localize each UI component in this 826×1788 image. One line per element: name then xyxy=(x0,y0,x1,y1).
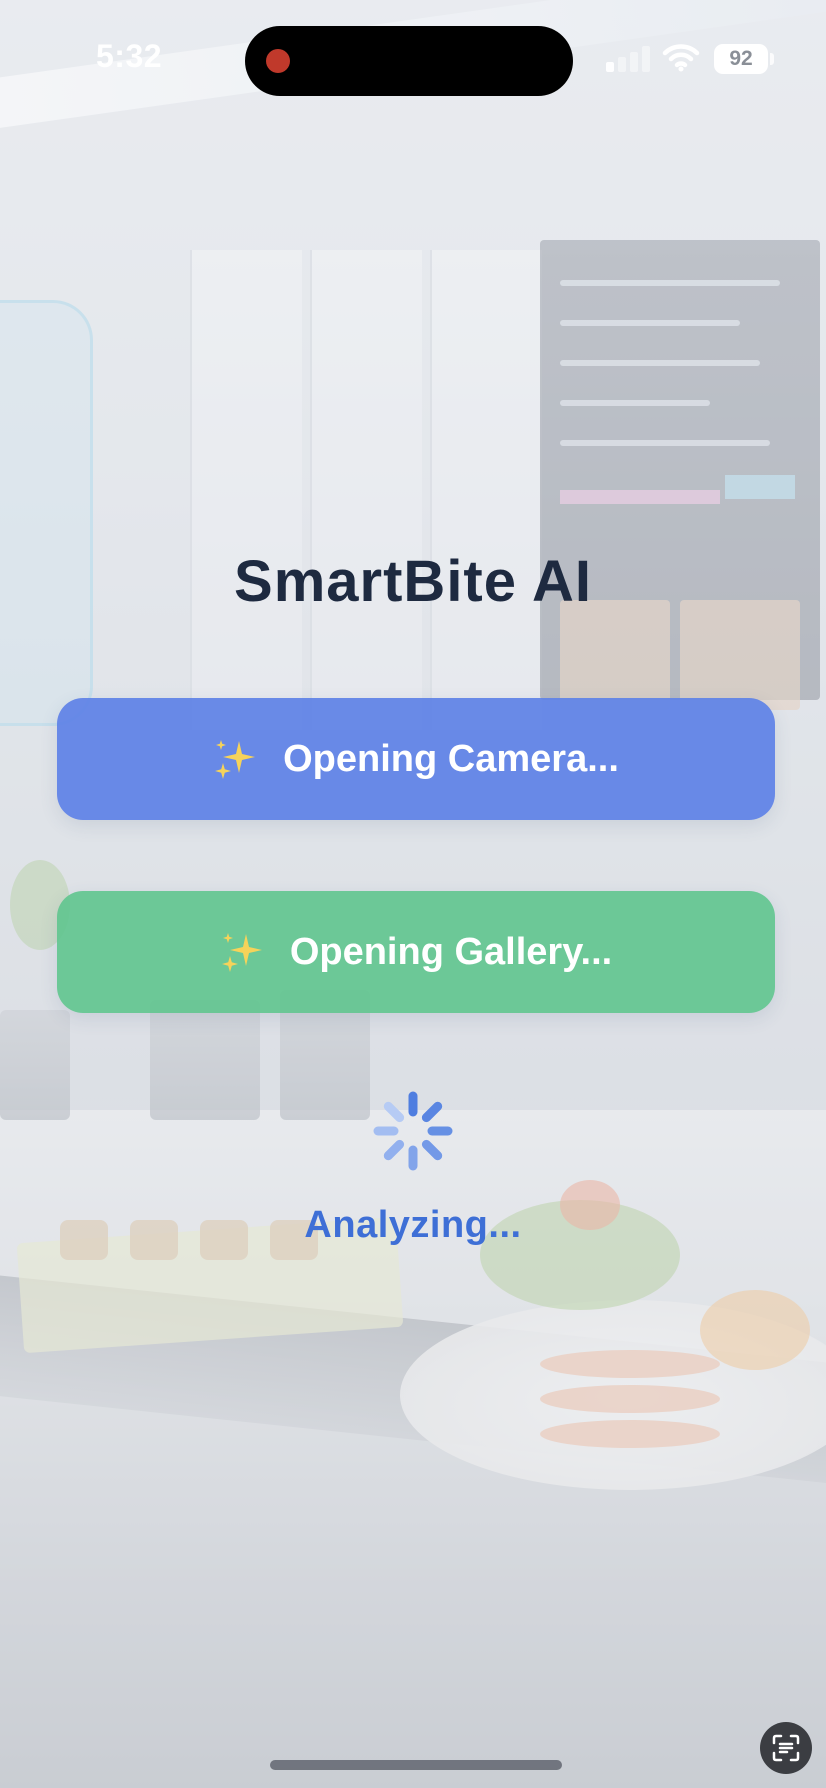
recording-indicator xyxy=(266,49,290,73)
sparkle-icon xyxy=(215,740,256,779)
battery-cap xyxy=(770,53,774,65)
camera-button-label: Opening Camera... xyxy=(283,737,619,780)
app-title: SmartBite AI xyxy=(234,549,592,614)
open-gallery-button[interactable]: Opening Gallery... xyxy=(57,891,775,1013)
status-bar: 5:32 92 xyxy=(0,0,826,120)
gallery-button-label: Opening Gallery... xyxy=(289,930,613,973)
wifi-icon xyxy=(662,44,700,72)
spinner-icon xyxy=(373,1091,453,1171)
text-scan-icon xyxy=(772,1734,800,1762)
home-indicator[interactable] xyxy=(270,1760,562,1770)
analyzing-status: Analyzing... xyxy=(304,1204,522,1246)
status-time: 5:32 xyxy=(96,38,163,74)
sparkle-icon xyxy=(221,933,262,972)
dynamic-island xyxy=(245,26,573,96)
signal-icon xyxy=(606,46,650,72)
text-scan-button[interactable] xyxy=(760,1722,812,1774)
app-screen: 5:32 92 SmartBite AI Opening Camera... O… xyxy=(0,0,826,1788)
open-camera-button[interactable]: Opening Camera... xyxy=(57,698,775,820)
battery-icon: 92 xyxy=(714,44,768,74)
